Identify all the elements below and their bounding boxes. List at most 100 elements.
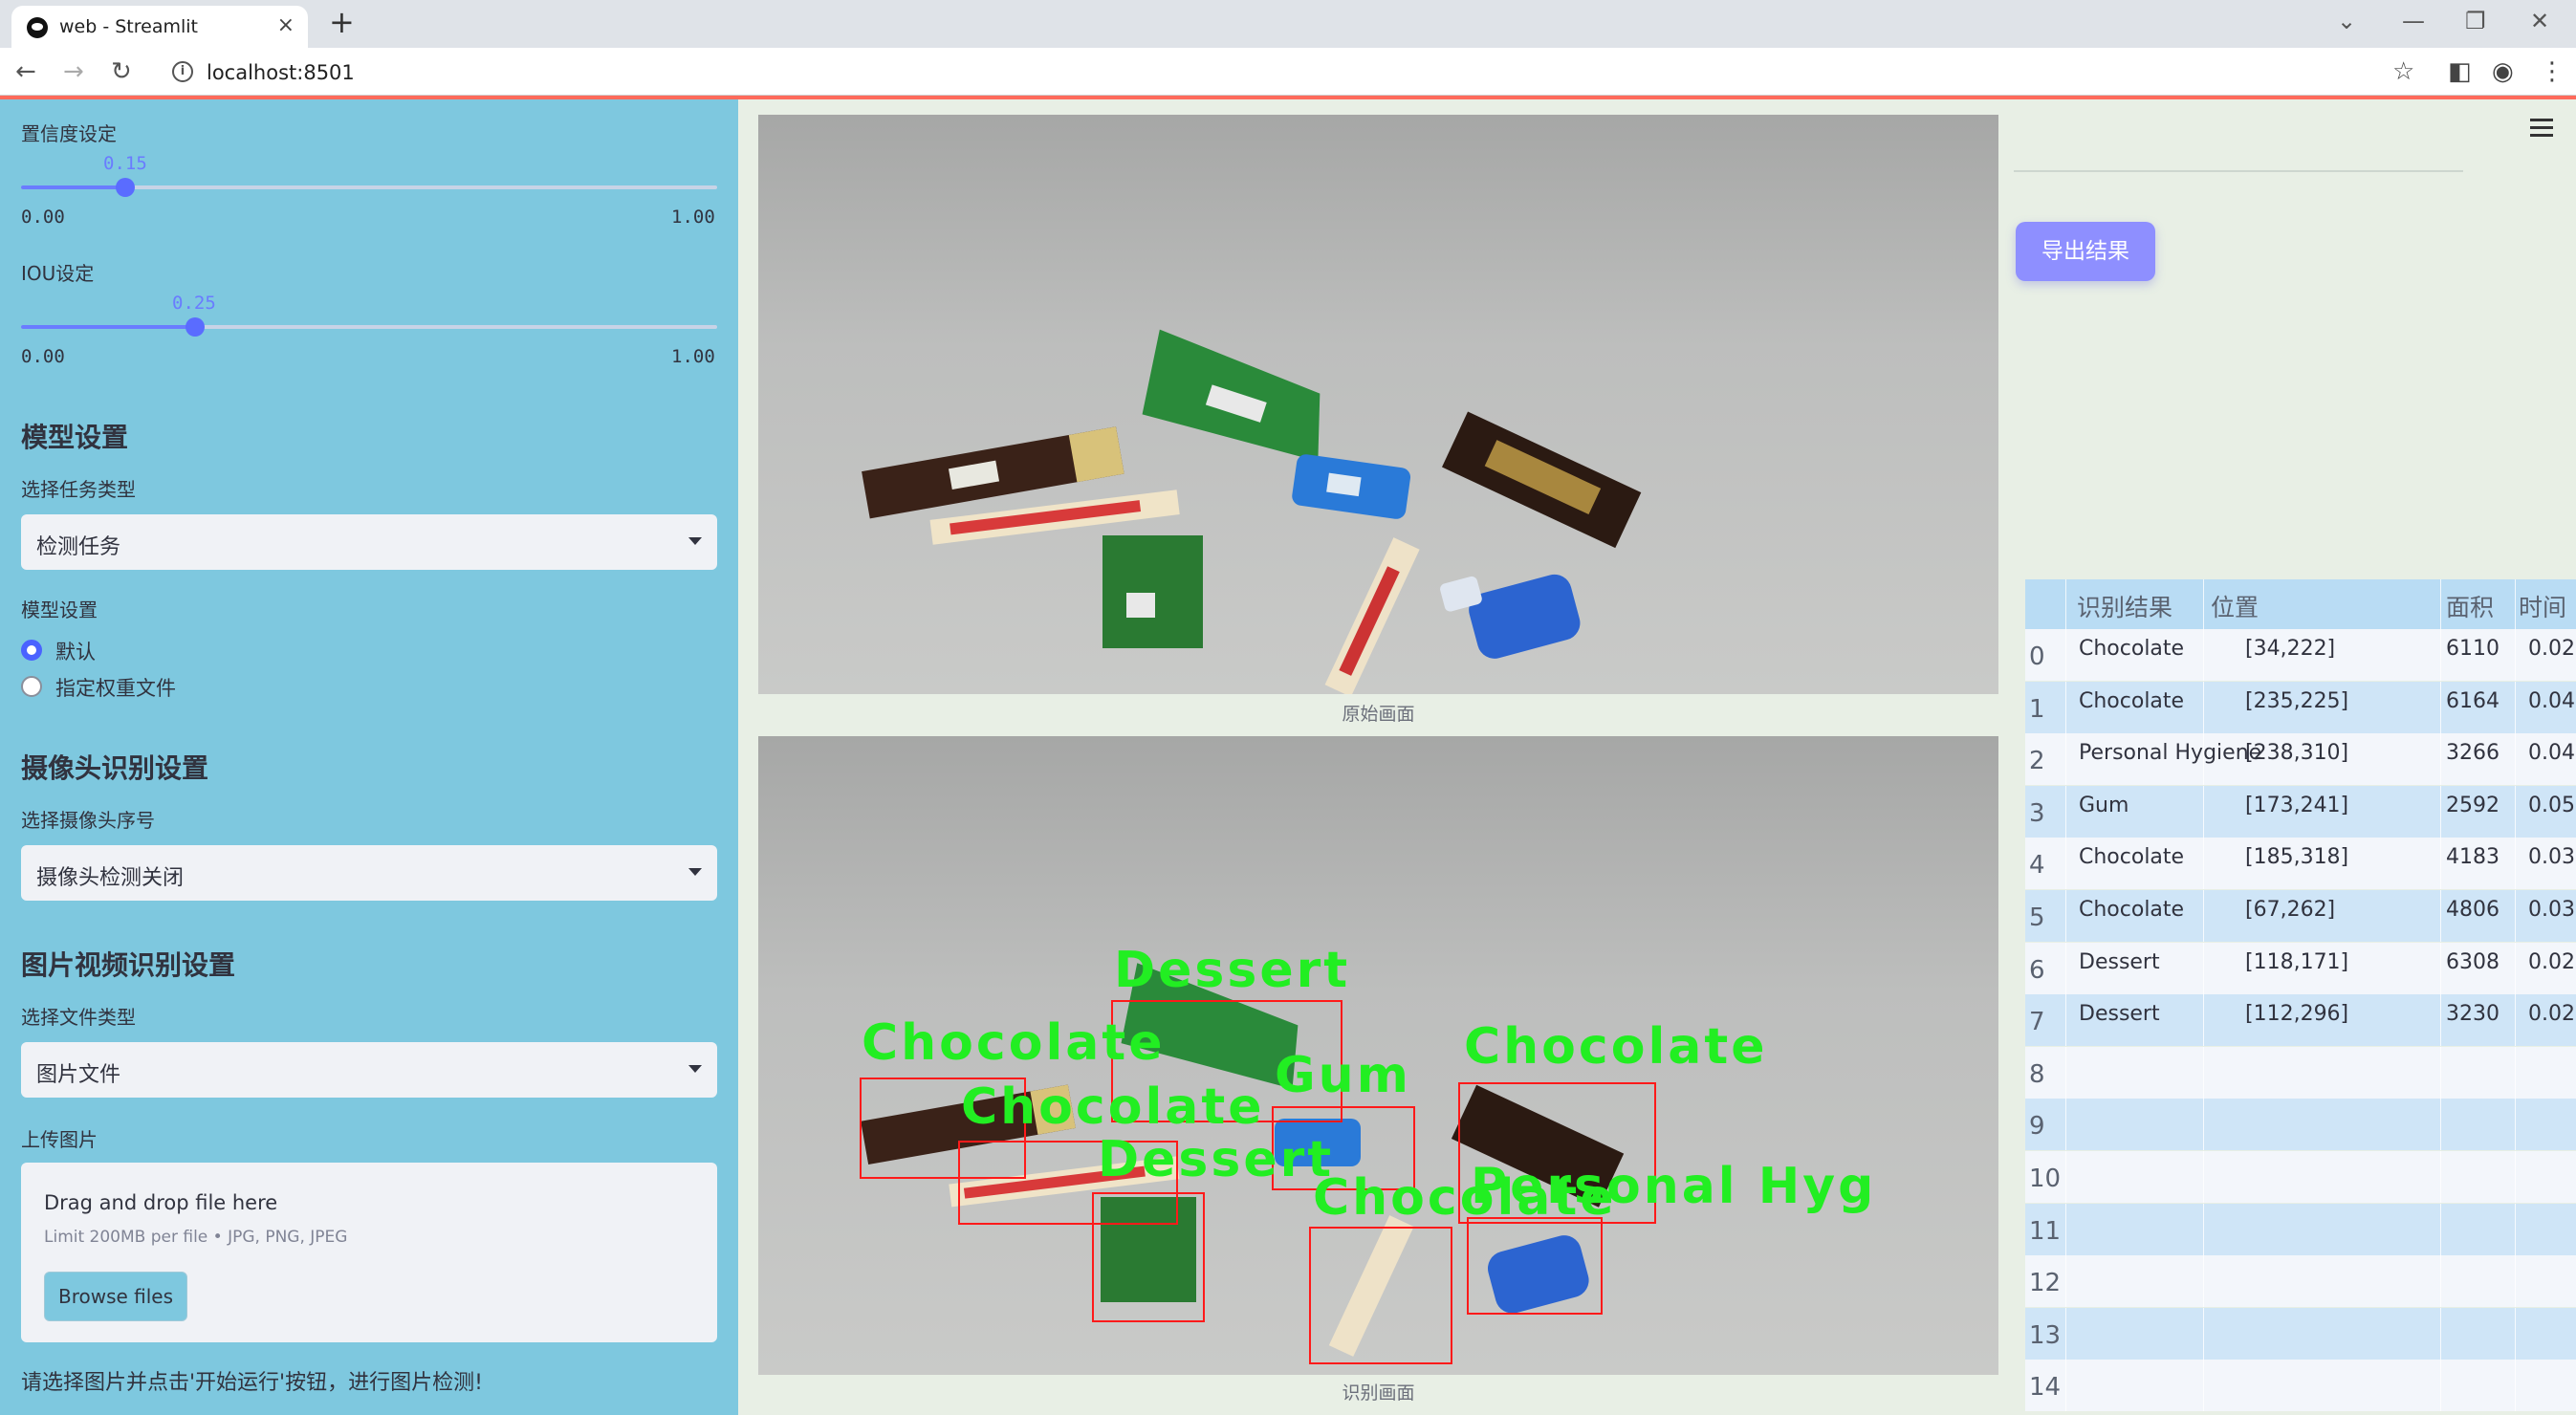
row-index: 7 — [2029, 1008, 2045, 1037]
profile-avatar-icon[interactable]: ◉ — [2492, 57, 2514, 86]
row-index: 2 — [2029, 747, 2045, 776]
table-header-row: 识别结果 位置 面积 时间 — [2025, 579, 2576, 629]
browser-menu-icon[interactable]: ⋮ — [2540, 57, 2565, 86]
row-index: 5 — [2029, 903, 2045, 932]
reload-icon[interactable]: ↻ — [111, 57, 132, 86]
table-row[interactable]: 7 Dessert [112,296] 3230 0.02 — [2025, 994, 2576, 1047]
browser-tab[interactable]: web - Streamlit × — [11, 6, 308, 48]
dropzone-limit: Limit 200MB per file • JPG, PNG, JPEG — [44, 1228, 348, 1247]
row-index: 9 — [2029, 1112, 2045, 1142]
column-divider — [2065, 785, 2066, 838]
chevron-down-icon — [688, 868, 702, 876]
detection-label: Chocolate — [961, 1078, 1265, 1136]
task-type-value: 检测任务 — [36, 535, 121, 559]
table-header-cell[interactable]: 时间 — [2519, 589, 2566, 623]
column-divider — [2203, 629, 2204, 681]
column-divider — [2440, 838, 2441, 890]
tab-close-icon[interactable]: × — [277, 13, 295, 37]
camera-index-select[interactable]: 摄像头检测关闭 — [21, 845, 717, 901]
original-image — [758, 115, 1998, 694]
file-dropzone[interactable]: Drag and drop file here Limit 200MB per … — [21, 1163, 717, 1342]
confidence-slider-thumb[interactable] — [116, 178, 136, 197]
minimize-icon[interactable]: — — [2402, 8, 2425, 34]
iou-slider[interactable] — [21, 317, 717, 337]
table-row[interactable]: 13 — [2025, 1307, 2576, 1360]
bookmark-star-icon[interactable]: ☆ — [2392, 57, 2414, 86]
confidence-slider[interactable] — [21, 178, 717, 197]
table-row[interactable]: 12 — [2025, 1255, 2576, 1308]
radio-unselected-icon[interactable] — [21, 676, 42, 697]
table-row[interactable]: 8 — [2025, 1046, 2576, 1099]
browse-files-button[interactable]: Browse files — [44, 1272, 187, 1321]
detection-label: Dessert — [1114, 942, 1350, 999]
column-divider — [2440, 942, 2441, 994]
app-menu-icon[interactable] — [2530, 117, 2559, 142]
site-info-icon[interactable]: i — [172, 61, 193, 82]
new-tab-icon[interactable]: + — [329, 4, 355, 40]
column-divider — [2203, 733, 2204, 786]
radio-selected-icon[interactable] — [21, 640, 42, 661]
result-image-caption: 识别画面 — [1342, 1382, 1415, 1404]
model-settings-heading: 模型设置 — [21, 422, 129, 453]
iou-max: 1.00 — [671, 346, 715, 367]
column-divider — [2203, 1046, 2204, 1099]
iou-slider-thumb[interactable] — [186, 317, 205, 337]
column-divider — [2065, 1099, 2066, 1151]
column-divider — [2440, 1046, 2441, 1099]
forward-arrow-icon[interactable]: → — [63, 57, 84, 86]
browser-tab-bar: web - Streamlit × + ⌄ — ❐ ✕ — [0, 0, 2576, 48]
table-row[interactable]: 1 Chocolate [235,225] 6164 0.04 — [2025, 681, 2576, 733]
table-header-cell[interactable]: 面积 — [2446, 589, 2494, 623]
table-row[interactable]: 10 — [2025, 1151, 2576, 1203]
column-divider — [2065, 1307, 2066, 1360]
column-divider — [2515, 890, 2516, 942]
table-row[interactable]: 14 — [2025, 1360, 2576, 1412]
column-divider — [2203, 838, 2204, 890]
restore-icon[interactable]: ❐ — [2465, 8, 2486, 34]
table-row[interactable]: 4 Chocolate [185,318] 4183 0.03 — [2025, 838, 2576, 890]
back-arrow-icon[interactable]: ← — [15, 57, 36, 86]
column-divider — [2440, 733, 2441, 786]
column-divider — [2440, 994, 2441, 1047]
column-divider — [2065, 1203, 2066, 1255]
side-panel-icon[interactable]: ◧ — [2448, 57, 2472, 86]
column-divider — [2515, 1203, 2516, 1255]
original-image-drawing — [862, 329, 1642, 694]
chevron-down-icon — [688, 1065, 702, 1073]
task-type-select[interactable]: 检测任务 — [21, 514, 717, 570]
media-settings-heading: 图片视频识别设置 — [21, 949, 236, 981]
table-row[interactable]: 3 Gum [173,241] 2592 0.05 — [2025, 785, 2576, 838]
column-divider — [2440, 1099, 2441, 1151]
table-row[interactable]: 6 Dessert [118,171] 6308 0.02 — [2025, 942, 2576, 994]
sidebar: 置信度设定 0.15 0.00 1.00 IOU设定 0.25 0.00 1.0… — [0, 99, 738, 1415]
column-divider — [2203, 1151, 2204, 1203]
result-image: Chocolate Chocolate Dessert Gum Chocolat… — [758, 736, 1998, 1375]
camera-index-value: 摄像头检测关闭 — [36, 866, 185, 890]
confidence-label: 置信度设定 — [21, 122, 117, 145]
tab-search-chevron-icon[interactable]: ⌄ — [2337, 8, 2356, 34]
column-divider — [2065, 994, 2066, 1047]
iou-min: 0.00 — [21, 346, 65, 367]
radio-custom-weights-label: 指定权重文件 — [55, 677, 176, 700]
file-type-select[interactable]: 图片文件 — [21, 1042, 717, 1098]
table-row[interactable]: 11 — [2025, 1203, 2576, 1255]
table-header-cell[interactable]: 位置 — [2211, 589, 2259, 623]
table-row[interactable]: 0 Chocolate [34,222] 6110 0.02 — [2025, 629, 2576, 681]
task-type-label: 选择任务类型 — [21, 478, 136, 501]
table-header-cell[interactable]: 识别结果 — [2077, 589, 2172, 623]
original-image-caption: 原始画面 — [1342, 704, 1415, 725]
result-image-drawing: Chocolate Chocolate Dessert Gum Chocolat… — [860, 942, 1873, 1364]
upload-label: 上传图片 — [21, 1128, 98, 1151]
url-field[interactable]: i localhost:8501 — [159, 54, 2387, 90]
column-divider — [2203, 681, 2204, 733]
table-row[interactable]: 2 Personal Hygiene [238,310] 3266 0.04 — [2025, 733, 2576, 786]
table-row[interactable]: 5 Chocolate [67,262] 4806 0.03 — [2025, 890, 2576, 942]
radio-default-label: 默认 — [55, 641, 96, 664]
export-results-button[interactable]: 导出结果 — [2016, 222, 2155, 281]
column-divider — [2065, 838, 2066, 890]
detection-label: Chocolate — [1464, 1018, 1768, 1076]
file-type-label: 选择文件类型 — [21, 1006, 136, 1029]
table-row[interactable]: 9 — [2025, 1099, 2576, 1151]
camera-index-label: 选择摄像头序号 — [21, 809, 155, 832]
window-close-icon[interactable]: ✕ — [2530, 8, 2549, 34]
